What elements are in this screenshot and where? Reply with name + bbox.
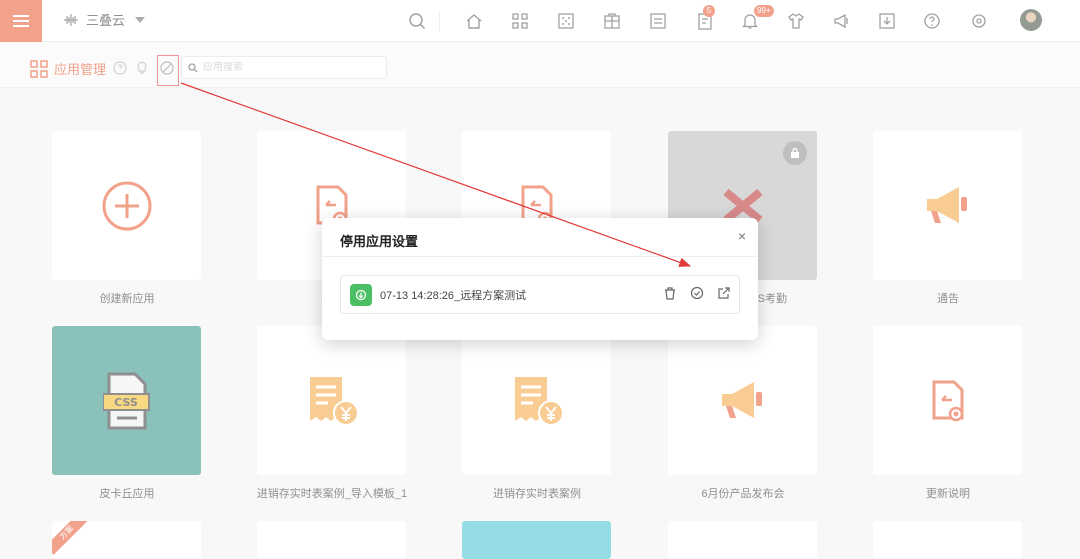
check-circle-icon[interactable] — [690, 286, 704, 300]
disabled-apps-dialog: 停用应用设置 × 07-13 14:28:26_远程方案测试 — [322, 218, 758, 340]
trash-icon[interactable] — [663, 286, 677, 300]
external-link-icon[interactable] — [717, 286, 731, 300]
close-icon[interactable]: × — [738, 228, 746, 244]
app-record-icon — [350, 283, 372, 306]
dialog-title: 停用应用设置 — [340, 234, 419, 249]
dialog-divider — [322, 256, 758, 257]
record-actions — [663, 286, 731, 300]
disabled-app-record: 07-13 14:28:26_远程方案测试 — [340, 275, 740, 314]
record-name: 07-13 14:28:26_远程方案测试 — [380, 289, 527, 302]
